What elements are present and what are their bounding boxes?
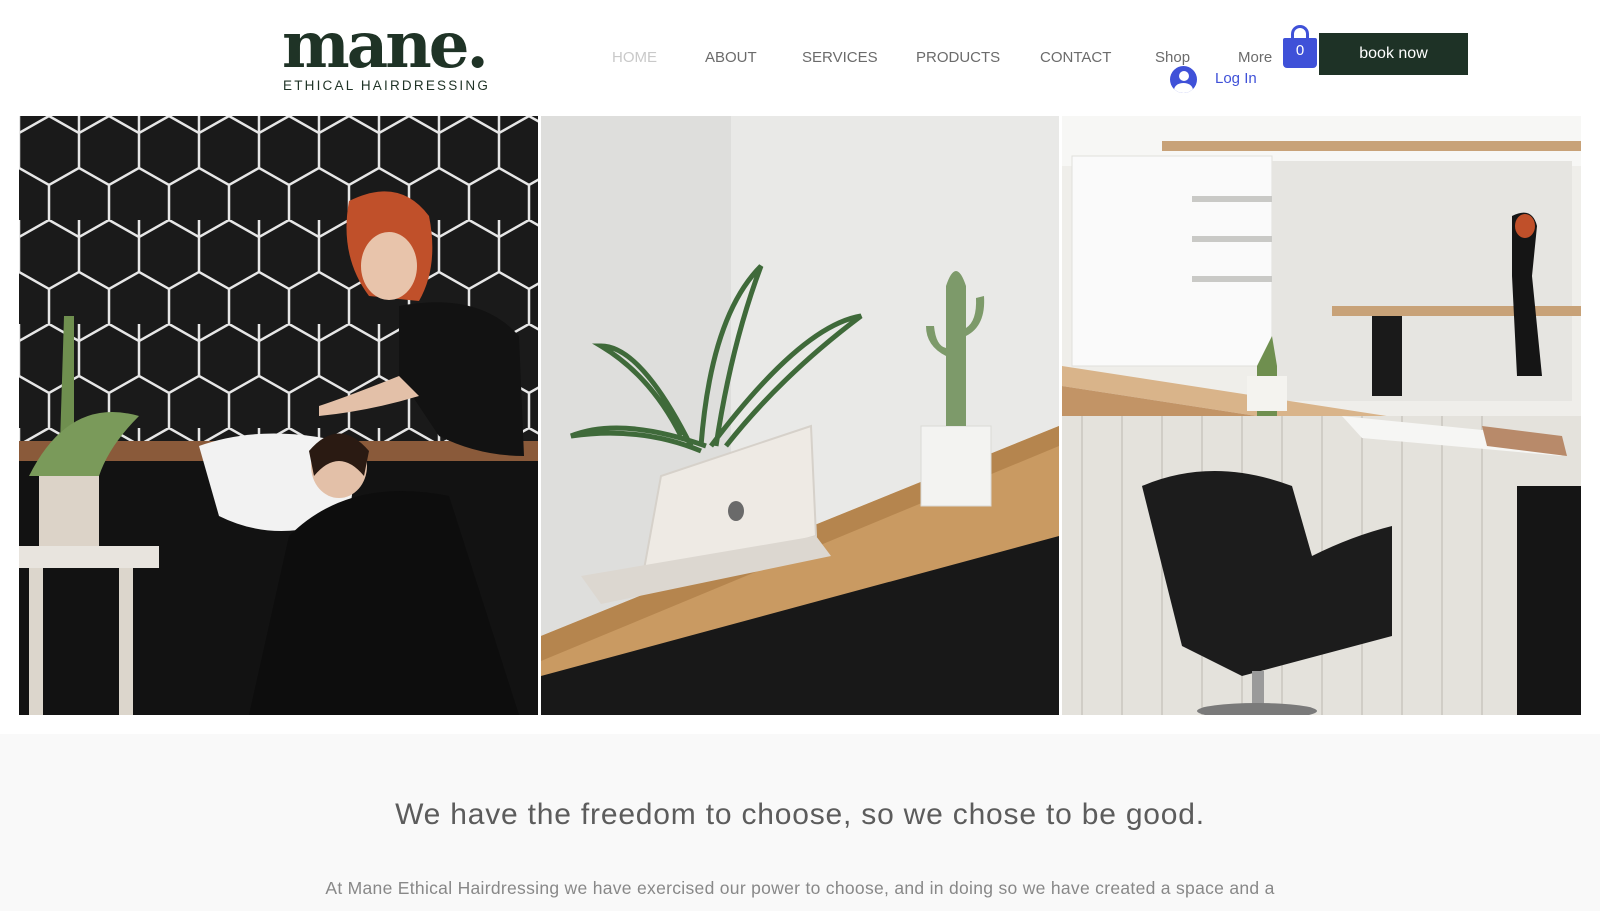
book-now-button[interactable]: book now <box>1319 33 1468 75</box>
nav-item-products[interactable]: PRODUCTS <box>916 49 1000 66</box>
logo-tagline: ETHICAL HAIRDRESSING <box>283 78 491 93</box>
nav-item-about[interactable]: ABOUT <box>705 49 757 66</box>
gallery-image-interior[interactable] <box>1062 116 1581 715</box>
logo-wordmark: mane. <box>282 8 489 83</box>
salon-interior-photo <box>1062 116 1581 715</box>
cart-button[interactable]: 0 <box>1283 24 1317 68</box>
cart-count: 0 <box>1295 42 1305 59</box>
intro-heading: We have the freedom to choose, so we cho… <box>395 798 1205 831</box>
salon-photo <box>19 116 538 715</box>
nav-item-more[interactable]: More <box>1238 49 1272 66</box>
nav-item-home[interactable]: HOME <box>612 49 657 66</box>
gallery-image-desk[interactable] <box>541 116 1059 715</box>
photo-gallery <box>19 116 1581 715</box>
nav-item-shop[interactable]: Shop <box>1155 49 1190 66</box>
brand-logo[interactable]: mane. ETHICAL HAIRDRESSING <box>282 14 492 94</box>
nav-item-contact[interactable]: CONTACT <box>1040 49 1111 66</box>
nav-item-services[interactable]: SERVICES <box>802 49 878 66</box>
user-avatar-icon <box>1170 66 1197 93</box>
login-label: Log In <box>1215 70 1257 87</box>
intro-body: At Mane Ethical Hairdressing we have exe… <box>325 878 1275 898</box>
desk-photo <box>541 116 1059 715</box>
site-header: mane. ETHICAL HAIRDRESSING HOME ABOUT SE… <box>0 0 1600 116</box>
intro-section: We have the freedom to choose, so we cho… <box>0 734 1600 911</box>
gallery-image-salon-wash[interactable] <box>19 116 538 715</box>
